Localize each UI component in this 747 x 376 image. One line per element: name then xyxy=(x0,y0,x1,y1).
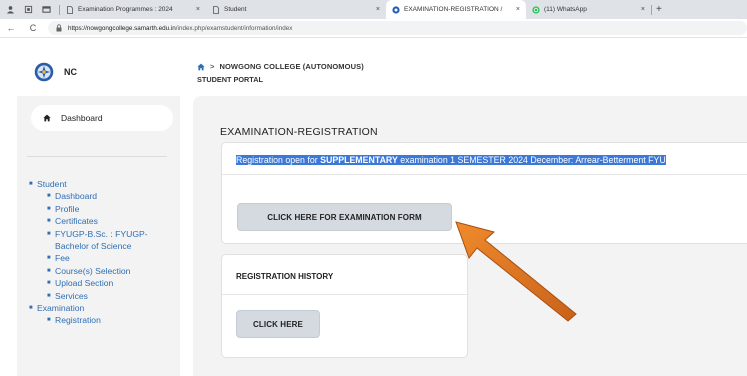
whatsapp-icon xyxy=(532,5,540,14)
portal-label: STUDENT PORTAL xyxy=(197,75,263,84)
bullet-icon: ■ xyxy=(29,181,33,187)
sidebar-divider xyxy=(27,156,167,157)
tab-title: EXAMINATION-REGISTRATION / xyxy=(404,6,503,13)
sidebar-item-certificates[interactable]: ■ Certificates xyxy=(29,215,175,227)
bullet-icon: ■ xyxy=(47,255,51,262)
bullet-icon: ■ xyxy=(47,218,51,225)
bullet-icon: ■ xyxy=(47,267,51,274)
sidebar-item-student[interactable]: ■ Student xyxy=(29,178,175,190)
card-divider xyxy=(222,174,747,175)
sidebar-item-fee[interactable]: ■ Fee xyxy=(29,252,175,264)
breadcrumb: > NOWGONG COLLEGE (AUTONOMOUS) xyxy=(197,62,364,71)
tab-overview-icon[interactable] xyxy=(42,5,51,14)
bullet-icon: ■ xyxy=(47,205,51,212)
profile-icon[interactable] xyxy=(6,5,15,14)
bullet-icon: ■ xyxy=(47,317,51,324)
back-button[interactable]: ← xyxy=(4,23,18,33)
card-divider xyxy=(222,294,469,295)
sidebar-item-registration[interactable]: ■ Registration xyxy=(29,314,175,326)
sidebar: Dashboard ■ Student ■ Dashboard ■ Profil… xyxy=(17,96,180,376)
college-logo-icon xyxy=(34,62,54,82)
tab-title: Examination Programmes : 2024 xyxy=(78,6,173,13)
page-title: EXAMINATION-REGISTRATION xyxy=(220,126,378,138)
sidebar-item-examination[interactable]: ■ Examination xyxy=(29,302,175,314)
registration-history-button[interactable]: CLICK HERE xyxy=(236,310,320,338)
sidebar-dashboard-label: Dashboard xyxy=(61,113,103,123)
tab-whatsapp[interactable]: (11) WhatsApp × xyxy=(526,0,651,19)
tab-examination-registration[interactable]: EXAMINATION-REGISTRATION / × xyxy=(386,0,526,19)
annotation-arrow-icon xyxy=(452,218,584,322)
reload-button[interactable]: C xyxy=(26,23,40,33)
tab-separator xyxy=(651,4,652,15)
sidebar-dashboard-button[interactable]: Dashboard xyxy=(31,105,173,131)
sidebar-item-services[interactable]: ■ Services xyxy=(29,290,175,302)
tab-student[interactable]: Student × xyxy=(206,0,386,19)
url-host: https://nowgongcollege.samarth.edu.in xyxy=(67,24,176,32)
tab-actions-icon[interactable] xyxy=(24,5,33,14)
site-info-icon[interactable] xyxy=(55,24,63,32)
url-field[interactable]: https://nowgongcollege.samarth.edu.in /i… xyxy=(47,21,747,35)
tab-close-icon[interactable]: × xyxy=(510,6,520,13)
url-path: /index.php/examstudent/information/index xyxy=(175,24,293,32)
tab-close-icon[interactable]: × xyxy=(370,6,380,13)
bullet-icon: ■ xyxy=(29,305,33,312)
breadcrumb-separator: > xyxy=(210,62,215,71)
page-icon xyxy=(212,5,220,14)
home-icon[interactable] xyxy=(197,63,205,71)
registration-history-card: REGISTRATION HISTORY CLICK HERE xyxy=(221,254,469,358)
page: NC > NOWGONG COLLEGE (AUTONOMOUS) STUDEN… xyxy=(0,38,747,376)
sidebar-item-profile[interactable]: ■ Profile xyxy=(29,203,175,215)
examination-form-button[interactable]: CLICK HERE FOR EXAMINATION FORM xyxy=(237,203,452,231)
brand[interactable]: NC xyxy=(34,62,77,82)
browser-tab-strip: Examination Programmes : 2024 × Student … xyxy=(0,0,747,19)
registration-notice: Registration open for SUPPLEMENTARY exam… xyxy=(236,155,666,165)
sidebar-item-course-selection[interactable]: ■ Course(s) Selection xyxy=(29,265,175,277)
site-favicon-icon xyxy=(392,5,400,14)
tab-examination-programmes[interactable]: Examination Programmes : 2024 × xyxy=(60,0,206,19)
new-tab-button[interactable]: + xyxy=(656,4,662,15)
bullet-icon: ■ xyxy=(47,193,51,200)
tab-close-icon[interactable]: × xyxy=(190,6,200,13)
registration-history-title: REGISTRATION HISTORY xyxy=(236,272,334,281)
tab-close-icon[interactable]: × xyxy=(635,6,645,13)
bullet-icon: ■ xyxy=(47,292,51,299)
bullet-icon: ■ xyxy=(47,230,51,237)
tab-title: (11) WhatsApp xyxy=(544,6,587,13)
address-bar: ← C https://nowgongcollege.samarth.edu.i… xyxy=(0,19,747,38)
page-header: > NOWGONG COLLEGE (AUTONOMOUS) STUDENT P… xyxy=(197,62,364,84)
home-icon xyxy=(43,114,51,122)
sidebar-item-upload-section[interactable]: ■ Upload Section xyxy=(29,277,175,289)
sidebar-item-program[interactable]: ■ FYUGP-B.Sc. : FYUGP-Bachelor of Scienc… xyxy=(29,228,175,253)
bullet-icon: ■ xyxy=(47,280,51,287)
page-icon xyxy=(66,5,74,14)
brand-name: NC xyxy=(64,67,77,77)
tab-title: Student xyxy=(224,6,247,13)
sidebar-item-dashboard[interactable]: ■ Dashboard xyxy=(29,190,175,202)
sidebar-menu: ■ Student ■ Dashboard ■ Profile ■ Certif… xyxy=(29,178,175,327)
college-name: NOWGONG COLLEGE (AUTONOMOUS) xyxy=(219,62,364,71)
